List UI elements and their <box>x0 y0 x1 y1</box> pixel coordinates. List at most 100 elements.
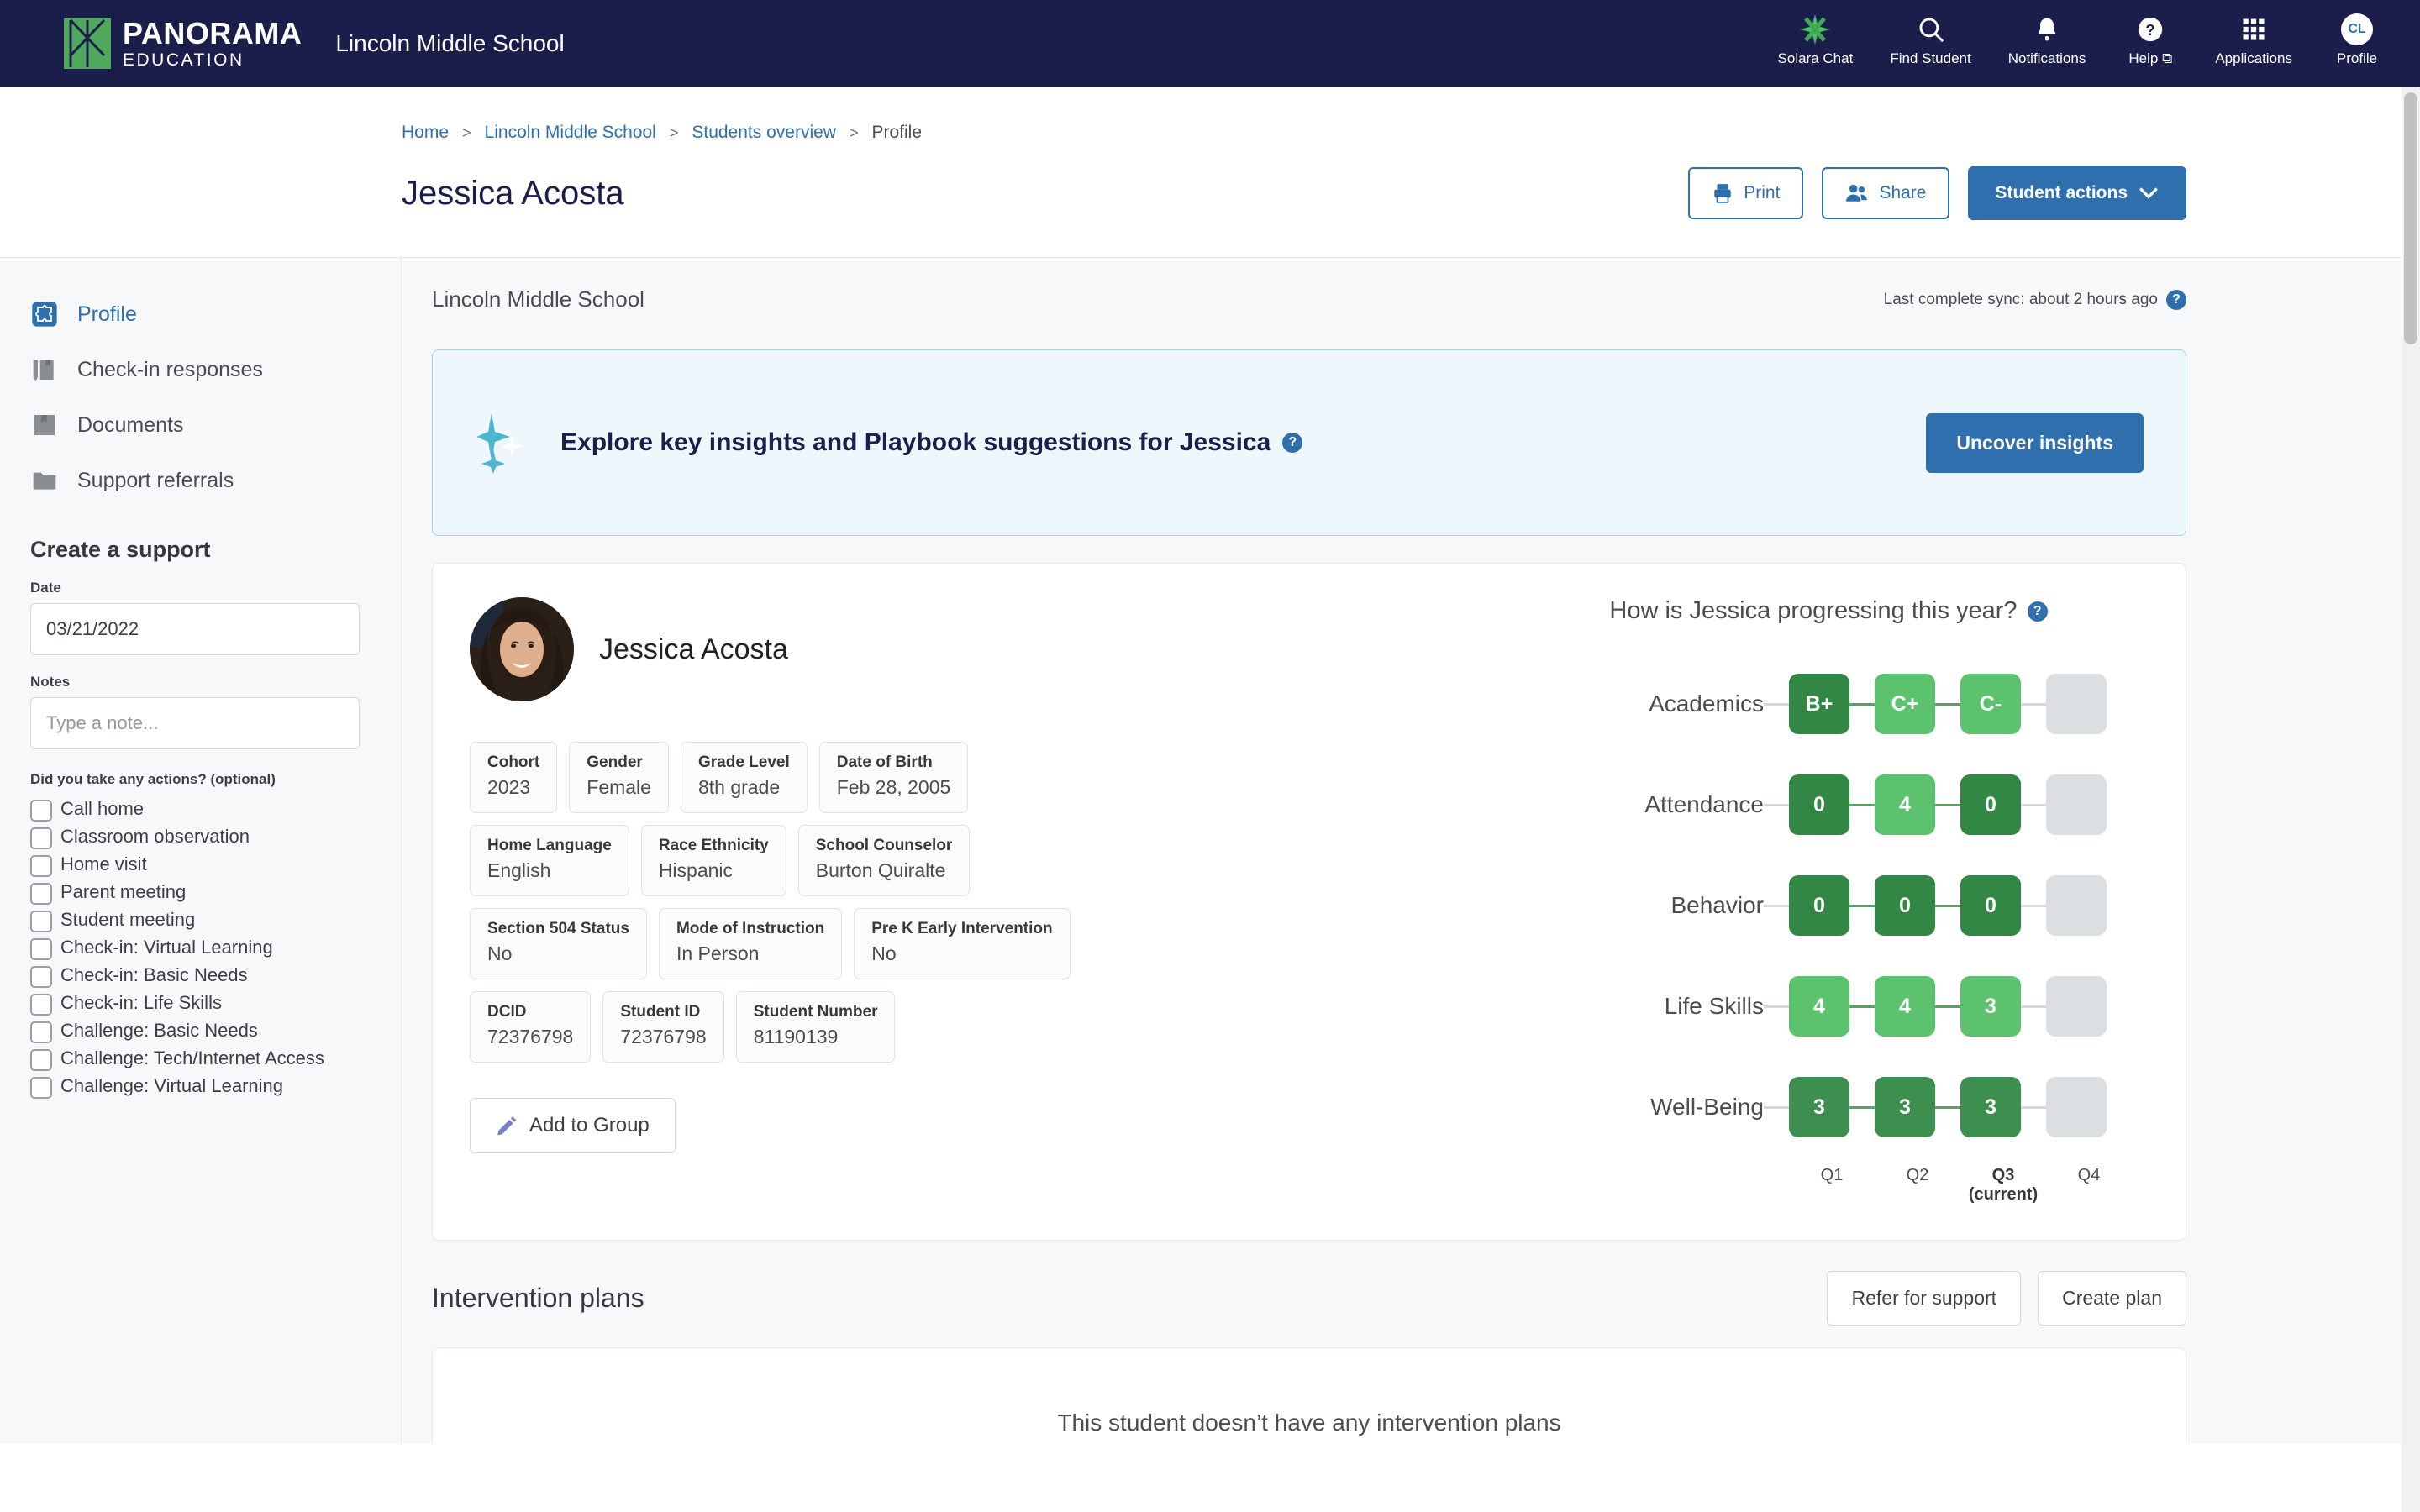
intervention-plans-actions: Refer for support Create plan <box>1827 1271 2186 1326</box>
nav-find-student[interactable]: Find Student <box>1871 0 1989 67</box>
progress-cell-q2[interactable]: 4 <box>1875 774 1935 835</box>
chip-key: Section 504 Status <box>487 920 629 937</box>
checkbox-row[interactable]: Classroom observation <box>30 826 371 849</box>
progress-cell-q2[interactable]: C+ <box>1875 674 1935 734</box>
checkbox-checkin-life-skills[interactable] <box>30 994 52 1016</box>
progress-cell-q2[interactable]: 0 <box>1875 875 1935 936</box>
checkbox-call-home[interactable] <box>30 800 52 822</box>
checkbox-row[interactable]: Check-in: Life Skills <box>30 992 371 1016</box>
checkbox-student-meeting[interactable] <box>30 911 52 932</box>
nav-solara-chat-label: Solara Chat <box>1777 50 1854 66</box>
checkbox-checkin-basic-needs[interactable] <box>30 966 52 988</box>
insights-banner-text: Explore key insights and Playbook sugges… <box>560 428 1271 456</box>
progress-cell-q3[interactable]: 0 <box>1960 875 2021 936</box>
chip-key: Cohort <box>487 753 540 771</box>
uncover-insights-button[interactable]: Uncover insights <box>1926 412 2144 473</box>
progress-cell-q3[interactable]: 3 <box>1960 976 2021 1037</box>
nav-applications[interactable]: Applications <box>2196 0 2311 67</box>
checkbox-challenge-basic-needs[interactable] <box>30 1021 52 1043</box>
breadcrumb-separator: > <box>669 123 679 141</box>
progress-cell-q1[interactable]: 0 <box>1789 774 1849 835</box>
page-scrollbar[interactable] <box>2402 87 2420 1512</box>
checkbox-row[interactable]: Parent meeting <box>30 881 371 905</box>
progress-cell-q1[interactable]: B+ <box>1789 674 1849 734</box>
progress-cell-q4[interactable] <box>2046 875 2107 936</box>
checkbox-row[interactable]: Check-in: Virtual Learning <box>30 937 371 960</box>
progress-help-icon[interactable]: ? <box>2027 601 2048 622</box>
date-input[interactable] <box>30 603 360 655</box>
breadcrumb-item-school[interactable]: Lincoln Middle School <box>485 123 656 143</box>
checkbox-home-visit[interactable] <box>30 855 52 877</box>
insights-help-icon[interactable]: ? <box>1282 433 1303 453</box>
progress-cell-q2[interactable]: 4 <box>1875 976 1935 1037</box>
progress-cell-q3[interactable]: 3 <box>1960 1077 2021 1137</box>
axis-tick-q2: Q2 <box>1906 1166 1929 1184</box>
sidebar-item-check-in-responses[interactable]: Check-in responses <box>0 342 401 397</box>
sidebar-item-support-referrals[interactable]: Support referrals <box>0 453 401 508</box>
checkbox-row[interactable]: Student meeting <box>30 909 371 932</box>
checkbox-label: Student meeting <box>60 909 196 930</box>
add-to-group-label: Add to Group <box>529 1114 650 1137</box>
refer-for-support-button[interactable]: Refer for support <box>1827 1271 2022 1326</box>
share-button[interactable]: Share <box>1822 167 1950 219</box>
sidebar-item-documents[interactable]: Documents <box>0 397 401 453</box>
checkbox-challenge-virtual-learning[interactable] <box>30 1077 52 1099</box>
student-details-column: Jessica Acosta Cohort 2023 Gender Female <box>470 597 1478 1205</box>
grid-apps-icon <box>2241 12 2266 47</box>
panorama-logo[interactable]: PANORAMA EDUCATION <box>64 18 302 69</box>
axis-tick-q1: Q1 <box>1820 1166 1844 1184</box>
breadcrumb-item-students-overview[interactable]: Students overview <box>692 123 836 143</box>
print-button[interactable]: Print <box>1688 167 1804 219</box>
breadcrumb: Home > Lincoln Middle School > Students … <box>0 87 2420 143</box>
sidebar-item-profile[interactable]: Profile <box>0 286 401 342</box>
progress-cell-q4[interactable] <box>2046 674 2107 734</box>
breadcrumb-item-home[interactable]: Home <box>402 123 449 143</box>
progress-cell-q4[interactable] <box>2046 774 2107 835</box>
chevron-down-icon <box>2138 186 2160 201</box>
notes-input[interactable] <box>30 697 360 749</box>
nav-help[interactable]: ? Help ⧉ <box>2104 0 2196 67</box>
header-school-name: Lincoln Middle School <box>335 30 565 56</box>
checkbox-row[interactable]: Call home <box>30 798 371 822</box>
checkbox-parent-meeting[interactable] <box>30 883 52 905</box>
checkbox-challenge-tech-internet-access[interactable] <box>30 1049 52 1071</box>
checkbox-row[interactable]: Home visit <box>30 853 371 877</box>
checkbox-row[interactable]: Check-in: Basic Needs <box>30 964 371 988</box>
top-nav-actions: Solara Chat Find Student Notifications ?… <box>1760 0 2403 87</box>
checkbox-row[interactable]: Challenge: Virtual Learning <box>30 1075 371 1099</box>
chip-value: 81190139 <box>753 1026 839 1047</box>
nav-notifications-label: Notifications <box>2007 50 2086 66</box>
sync-help-icon[interactable]: ? <box>2166 289 2186 310</box>
progress-cell-q1[interactable]: 0 <box>1789 875 1849 936</box>
chip-pre-k-early-intervention: Pre K Early Intervention No <box>854 908 1071 979</box>
checkbox-row[interactable]: Challenge: Basic Needs <box>30 1020 371 1043</box>
progress-axis: Q1 Q2 Q3 (current) Q4 <box>1512 1166 2145 1205</box>
folder-icon <box>30 466 59 495</box>
progress-cell-q4[interactable] <box>2046 976 2107 1037</box>
chip-value: Burton Quiralte <box>815 859 946 881</box>
checkbox-row[interactable]: Challenge: Tech/Internet Access <box>30 1047 371 1071</box>
nav-notifications[interactable]: Notifications <box>1990 0 2105 67</box>
progress-cell-q1[interactable]: 4 <box>1789 976 1849 1037</box>
checkbox-label: Challenge: Virtual Learning <box>60 1075 283 1096</box>
student-actions-button[interactable]: Student actions <box>1968 166 2186 220</box>
chip-key: DCID <box>487 1003 527 1021</box>
chip-mode-of-instruction: Mode of Instruction In Person <box>658 908 843 979</box>
progress-cell-q3[interactable]: C- <box>1960 674 2021 734</box>
form-gap <box>30 655 371 674</box>
progress-cell-q4[interactable] <box>2046 1077 2107 1137</box>
progress-cell-q2[interactable]: 3 <box>1875 1077 1935 1137</box>
sparkles-icon <box>476 412 530 474</box>
add-to-group-button[interactable]: Add to Group <box>470 1098 676 1153</box>
progress-cell-q3[interactable]: 0 <box>1960 774 2021 835</box>
nav-solara-chat[interactable]: Solara Chat <box>1760 0 1872 67</box>
create-plan-button[interactable]: Create plan <box>2038 1271 2186 1326</box>
page-scrollbar-thumb[interactable] <box>2404 92 2417 344</box>
title-actions: Print Share Student actions <box>1688 166 2186 220</box>
checkbox-classroom-observation[interactable] <box>30 827 52 849</box>
sidebar-item-documents-label: Documents <box>77 412 184 437</box>
chip-student-id: Student ID 72376798 <box>602 991 724 1063</box>
progress-cell-q1[interactable]: 3 <box>1789 1077 1849 1137</box>
checkbox-checkin-virtual-learning[interactable] <box>30 938 52 960</box>
nav-profile[interactable]: CL Profile <box>2311 0 2403 67</box>
